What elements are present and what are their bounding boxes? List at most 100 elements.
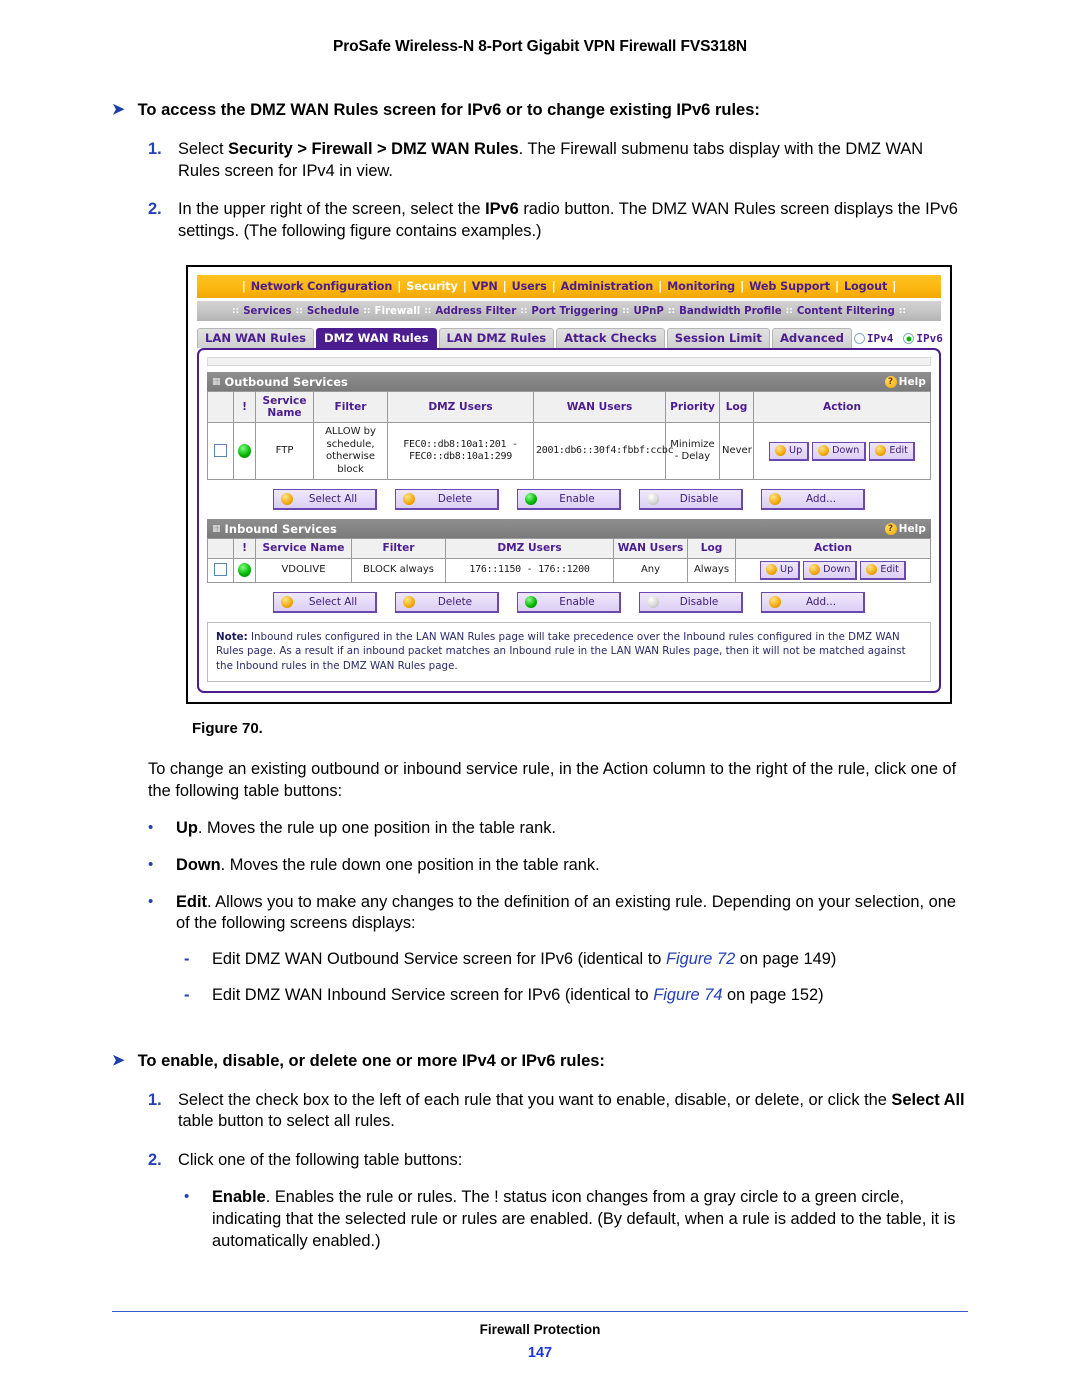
inbound-row-service-name: VDOLIVE [255,557,352,583]
action-up-button[interactable]: Up [769,441,810,461]
tab-dmz-wan-rules[interactable]: DMZ WAN Rules [316,327,437,349]
action-down-button[interactable]: Down [803,560,858,580]
tab-attack-checks[interactable]: Attack Checks [556,327,665,349]
down-arrow-icon [809,564,821,576]
nav-separator: | [740,280,745,294]
submenu-item-upnp[interactable]: UPnP [633,306,663,317]
figure-caption: Figure 70. [192,720,263,738]
check-circle-icon [281,595,293,608]
inbound-col-service-name: Service Name [255,538,352,559]
submenu-item-address-filter[interactable]: Address Filter [435,306,516,317]
bullet-enable-text: Enable. Enables the rule or rules. The !… [212,1187,956,1250]
outbound-disable-button[interactable]: Disable [639,489,743,511]
nav-item-network-configuration[interactable]: Network Configuration [251,280,393,293]
step-text: Select the check box to the left of each… [178,1090,965,1131]
tab-lan-wan-rules[interactable]: LAN WAN Rules [197,327,314,349]
submenu-separator: :: [520,306,528,317]
dash-marker-icon: - [184,985,190,1004]
submenu-item-services[interactable]: Services [243,306,291,317]
bullet-dot-icon: • [148,818,154,836]
outbound-services-table: ! Service Name Filter DMZ Users WAN User… [207,391,931,481]
action-down-button[interactable]: Down [812,441,867,461]
figure-70: | Network Configuration | Security | VPN… [112,265,968,705]
outbound-table-buttons: Select All Delete Enable Disable Add... [207,489,931,511]
nav-separator: | [462,280,467,294]
outbound-row-dmz-users: FEC0::db8:10a1:201 - FEC0::db8:10a1:299 [387,422,534,481]
inbound-disable-button[interactable]: Disable [639,591,743,613]
note-text: Inbound rules configured in the LAN WAN … [216,630,906,673]
help-question-icon: ? [884,522,897,535]
outbound-col-service-name: Service Name [255,391,314,424]
submenu-navigation-bar[interactable]: :: Services :: Schedule :: Firewall :: A… [197,301,941,322]
inbound-row-actions: Up Down Edit [735,557,931,583]
nav-item-users[interactable]: Users [512,280,547,293]
nav-item-logout[interactable]: Logout [844,280,887,293]
submenu-separator: :: [232,306,240,317]
plus-circle-icon [769,493,781,506]
nav-item-web-support[interactable]: Web Support [749,280,830,293]
step-text: Click one of the following table buttons… [178,1151,463,1170]
tab-advanced[interactable]: Advanced [771,327,852,349]
submenu-item-content-filtering[interactable]: Content Filtering [797,306,895,317]
tab-lan-dmz-rules[interactable]: LAN DMZ Rules [438,327,555,349]
nav-item-vpn[interactable]: VPN [472,280,498,293]
inbound-row-filter: BLOCK always [351,557,446,583]
nav-item-security[interactable]: Security [406,280,458,293]
inbound-services-table: ! Service Name Filter DMZ Users WAN User… [207,538,931,583]
outbound-col-status: ! [233,391,256,424]
pencil-icon [875,445,887,457]
outbound-help-link[interactable]: ? Help [884,375,926,388]
submenu-separator: :: [667,306,676,317]
green-circle-icon [525,493,537,506]
radio-ipv6[interactable] [903,333,915,345]
help-question-icon: ? [884,375,897,388]
action-up-button[interactable]: Up [760,560,801,580]
footer-section-name: Firewall Protection [479,1322,601,1337]
main-navigation-bar[interactable]: | Network Configuration | Security | VPN… [197,275,941,299]
action-edit-button[interactable]: Edit [869,441,915,461]
step-text: Select Security > Firewall > DMZ WAN Rul… [178,139,924,180]
outbound-add-button[interactable]: Add... [761,489,865,511]
radio-ipv4[interactable] [853,333,865,345]
outbound-row-service-name: FTP [255,422,314,481]
outbound-row-log: Never [719,422,754,481]
arrow-bullet-icon: ➤ [112,1051,125,1069]
inbound-enable-button[interactable]: Enable [517,591,621,613]
inbound-delete-button[interactable]: Delete [395,591,499,613]
inbound-help-link[interactable]: ? Help [884,522,926,535]
after-figure-intro: To change an existing outbound or inboun… [148,760,957,801]
figure-reference-74[interactable]: Figure 74 [653,986,722,1004]
tab-session-limit[interactable]: Session Limit [666,327,770,349]
nav-separator: | [551,280,556,294]
procedure-2-step-2: 2. Click one of the following table butt… [112,1150,968,1172]
outbound-select-all-button[interactable]: Select All [273,489,377,511]
inbound-col-log: Log [687,538,736,559]
outbound-delete-button[interactable]: Delete [395,489,499,511]
outbound-col-wan-users: WAN Users [533,391,666,424]
document-page: ProSafe Wireless-N 8-Port Gigabit VPN Fi… [0,0,1080,1397]
green-circle-icon [525,595,537,608]
nav-item-monitoring[interactable]: Monitoring [667,280,735,293]
row-checkbox[interactable] [214,563,227,577]
radio-ipv6-label: IPv6 [916,332,943,346]
figure-reference-72[interactable]: Figure 72 [666,950,735,968]
inbound-row-log: Always [687,557,736,583]
outbound-col-log: Log [719,391,754,424]
inbound-header-row: ! Service Name Filter DMZ Users WAN User… [207,538,931,559]
nav-item-administration[interactable]: Administration [561,280,654,293]
action-edit-button[interactable]: Edit [860,560,906,580]
inbound-add-button[interactable]: Add... [761,591,865,613]
outbound-enable-button[interactable]: Enable [517,489,621,511]
submenu-item-firewall[interactable]: Firewall [375,306,421,317]
row-checkbox[interactable] [214,444,227,458]
inbound-select-all-button[interactable]: Select All [273,591,377,613]
step-number: 1. [148,1090,162,1109]
submenu-item-port-triggering[interactable]: Port Triggering [531,306,618,317]
inbound-row-wan-users: Any [613,557,688,583]
bullet-enable: • Enable. Enables the rule or rules. The… [112,1187,968,1252]
inbound-col-action: Action [735,538,931,559]
procedure-heading-1-text: To access the DMZ WAN Rules screen for I… [137,101,760,119]
submenu-item-schedule[interactable]: Schedule [307,306,360,317]
submenu-item-bandwidth-profile[interactable]: Bandwidth Profile [679,306,782,317]
submenu-separator: :: [363,306,371,317]
